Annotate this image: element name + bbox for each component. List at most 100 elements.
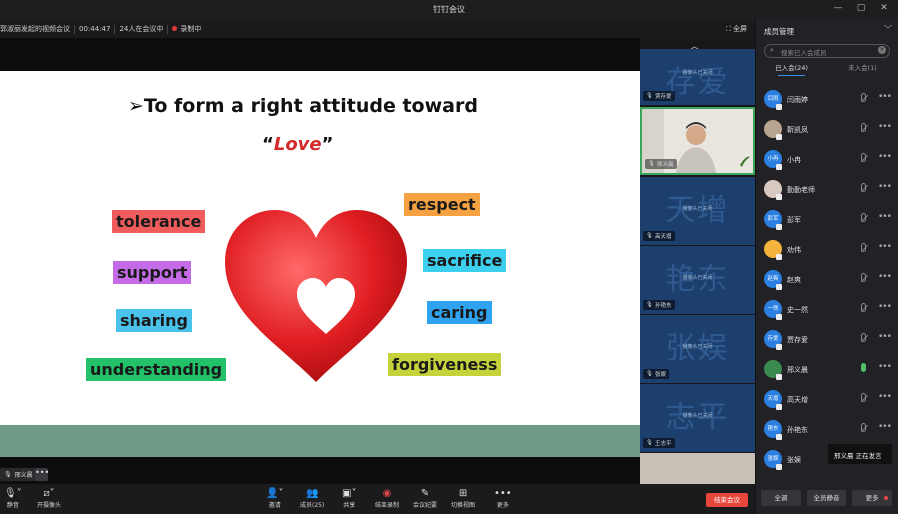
fullscreen-button[interactable]: ⛶ 全屏 [726,24,747,34]
more-icon[interactable]: ••• [878,362,892,372]
mic-muted-icon: 🎙 [646,233,653,239]
member-name: 靳凯凤 [787,126,808,134]
device-icon [776,254,782,260]
mic-muted-icon[interactable] [861,333,866,342]
notification-dot-icon [884,496,889,500]
mute-all-button[interactable]: 全员静音 [806,490,847,506]
member-row[interactable]: 存爱 贾存爱 ••• [756,324,898,354]
mic-muted-icon[interactable] [861,303,866,312]
invite-label: 邀请 [268,502,281,509]
more-icon[interactable]: ••• [878,332,892,342]
mic-muted-icon: 🎙 [646,302,653,308]
camera-off-text: 摄像头已关闭 [682,70,713,76]
speaker-more-button[interactable]: ••• [35,468,49,481]
mute-button[interactable]: 🎙˅ 静音 [4,488,22,509]
toolbar-more-button[interactable]: ••• 更多 [494,488,512,509]
thumbnail-video[interactable]: 🎙 邢义晨 [640,107,755,175]
member-row[interactable]: 劝伟 ••• [756,234,898,264]
thumbnail-name: 张娱 [654,372,666,378]
tab-not-joined[interactable]: 未入会(1) [827,62,898,76]
member-name: 彭军 [787,216,801,224]
mic-active-icon[interactable] [861,363,866,372]
mic-muted-icon[interactable] [861,273,866,282]
thumbnail[interactable]: 艳东 摄像头已关闭 🎙 孙艳东 [640,246,755,314]
member-row[interactable]: 一然 史一然 ••• [756,294,898,324]
member-row[interactable]: 勤勤老师 ••• [756,174,898,204]
mic-muted-icon[interactable] [861,393,866,402]
device-icon [776,134,782,140]
member-row[interactable]: 闫雨 闫雨婷 ••• [756,84,898,114]
mic-muted-icon[interactable] [861,183,866,192]
thumbnail-video-partial[interactable] [640,453,755,484]
more-icon[interactable]: ••• [878,242,892,252]
member-panel-footer: 全调 全员静音 更多 [755,486,898,514]
thumbnail-name-tag: 🎙 邢义晨 [645,159,677,169]
device-icon [776,164,782,170]
more-icon[interactable]: ••• [878,92,892,102]
end-meeting-button[interactable]: 结束会议 [706,493,748,507]
maximize-icon[interactable]: ▢ [855,3,867,13]
chevron-down-icon[interactable]: ﹀ [884,24,892,35]
participant-thumbnails[interactable]: ︿ 存爱 摄像头已关闭 🎙 贾存爱 🎙 邢义晨 天增 摄像头已关闭 🎙 高天增 艳东 [640,38,755,484]
member-row[interactable]: 艳东 孙艳东 ••• [756,414,898,444]
more-icon[interactable]: ••• [878,152,892,162]
mic-muted-icon[interactable] [861,423,866,432]
fullscreen-icon: ⛶ [725,25,733,33]
mute-one-button[interactable]: 全调 [761,490,801,506]
more-icon[interactable]: ••• [878,302,892,312]
member-row[interactable]: 彭军 彭军 ••• [756,204,898,234]
mic-muted-icon: 🎙 [646,371,653,377]
share-screen-icon: ▣˅ [342,488,357,499]
close-icon[interactable]: ✕ [878,3,890,13]
camera-button[interactable]: ⧄˅ 开摄像头 [37,488,61,509]
device-icon [776,194,782,200]
mic-muted-icon[interactable] [861,243,866,252]
member-panel-header: 成员管理 ﹀ [756,20,898,40]
device-icon [776,344,782,350]
member-row[interactable]: 天增 高天增 ••• [756,384,898,414]
window-title: 钉钉会议 [433,5,465,14]
share-button[interactable]: ▣˅ 共享 [342,488,356,509]
recording-label: 录制中 [180,25,202,33]
thumbnail[interactable]: 天增 摄像头已关闭 🎙 高天增 [640,177,755,245]
panel-more-button[interactable]: 更多 [852,490,893,506]
camera-off-text: 摄像头已关闭 [682,275,713,281]
camera-off-text: 摄像头已关闭 [682,206,713,212]
more-icon[interactable]: ••• [878,392,892,402]
minutes-button[interactable]: ✎ 会议纪要 [413,488,437,509]
thumbnail[interactable]: 志平 摄像头已关闭 🎙 王志平 [640,384,755,452]
more-icon[interactable]: ••• [878,182,892,192]
mic-icon: 🎙 [648,161,655,167]
participant-count[interactable]: 24人在会议中 [119,24,163,34]
mic-muted-icon[interactable] [861,93,866,102]
mic-muted-icon[interactable] [861,153,866,162]
invite-button[interactable]: 👤˅ 邀请 [266,488,283,509]
clear-icon[interactable]: × [878,46,886,54]
thumbnail[interactable]: 张娱 摄像头已关闭 🎙 张娱 [640,315,755,383]
thumbnail-name: 贾存爱 [654,94,672,100]
member-row[interactable]: 赵爽 赵爽 ••• [756,264,898,294]
meeting-name[interactable]: 郭淑丽发起的视频会议 [0,24,70,34]
thumbnail-name: 孙艳东 [654,303,672,309]
thumbnail[interactable]: 存爱 摄像头已关闭 🎙 贾存爱 [640,49,755,105]
member-panel: 成员管理 ﹀ ⌕ 搜索已入会成员 × 已入会(24) 未入会(1) 闫雨 闫雨婷… [755,20,898,514]
device-icon [776,464,782,470]
member-row[interactable]: 靳凯凤 ••• [756,114,898,144]
more-icon[interactable]: ••• [878,212,892,222]
thumbnail-name-tag: 🎙 王志平 [643,438,675,448]
more-icon[interactable]: ••• [878,272,892,282]
member-name: 劝伟 [787,246,801,254]
members-button[interactable]: 👥 成员(25) [300,488,324,509]
member-row[interactable]: 邢义晨 ••• [756,354,898,384]
switch-view-button[interactable]: ⊞ 切换视图 [451,488,475,509]
tab-joined[interactable]: 已入会(24) [756,62,827,76]
minimize-icon[interactable]: — [832,3,844,13]
word-respect: respect [404,193,480,216]
mic-muted-icon[interactable] [861,123,866,132]
mic-muted-icon[interactable] [861,213,866,222]
member-search-input[interactable]: ⌕ 搜索已入会成员 × [764,44,890,58]
stop-record-button[interactable]: ◉ 结束录制 [375,488,399,509]
member-row[interactable]: 小冉 小冉 ••• [756,144,898,174]
more-icon[interactable]: ••• [878,422,892,432]
more-icon[interactable]: ••• [878,122,892,132]
